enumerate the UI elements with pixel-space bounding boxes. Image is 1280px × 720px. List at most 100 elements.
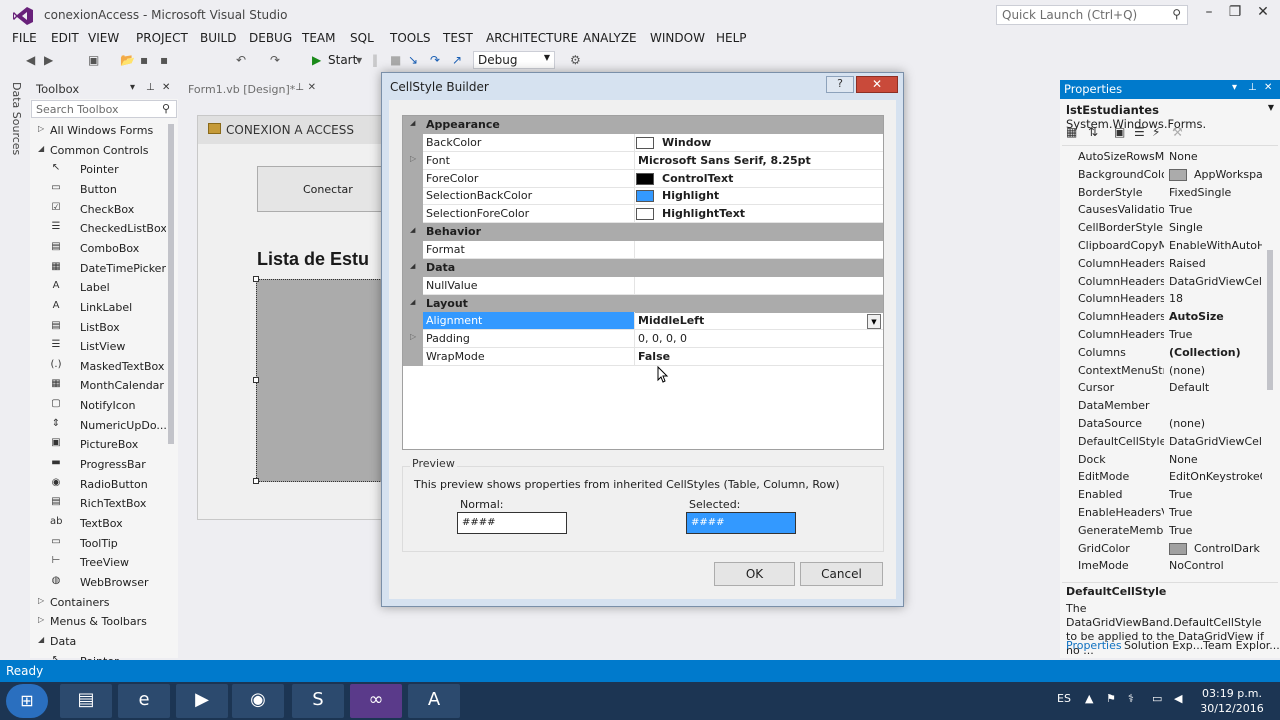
- property-row[interactable]: BackgroundColor AppWorkspace: [1062, 166, 1262, 184]
- property-row[interactable]: Dock None: [1062, 451, 1262, 469]
- language-indicator[interactable]: ES: [1057, 692, 1071, 705]
- menu-sql[interactable]: SQL: [350, 31, 374, 45]
- property-row[interactable]: GenerateMember True: [1062, 522, 1262, 540]
- dialog-close-button[interactable]: ✕: [856, 76, 898, 93]
- toolbox-item-monthcalendar[interactable]: ▦ MonthCalendar: [30, 376, 170, 395]
- category-appearance[interactable]: ◢ Appearance: [403, 116, 883, 134]
- property-row[interactable]: EnableHeadersVis True: [1062, 504, 1262, 522]
- forward-icon[interactable]: ▶: [44, 53, 53, 67]
- property-row-padding[interactable]: ▷ Padding 0, 0, 0, 0: [403, 330, 883, 349]
- value-cell[interactable]: [634, 276, 883, 295]
- form-heading-label[interactable]: Lista de Estu: [257, 249, 369, 270]
- network-icon[interactable]: ▭: [1152, 692, 1162, 705]
- toolbox-item-progressbar[interactable]: ▬ ProgressBar: [30, 455, 170, 474]
- save-all-icon[interactable]: ▪: [160, 53, 168, 67]
- ok-button[interactable]: OK: [714, 562, 795, 586]
- cancel-button[interactable]: Cancel: [800, 562, 883, 586]
- expanded-arrow-icon[interactable]: ◢: [38, 635, 44, 644]
- menu-analyze[interactable]: ANALYZE: [583, 31, 637, 45]
- menu-file[interactable]: FILE: [12, 31, 37, 45]
- property-row-alignment[interactable]: Alignment MiddleLeft: [403, 312, 883, 331]
- attach-icon[interactable]: ⚙: [570, 53, 581, 67]
- toolbox-item-webbrowser[interactable]: ◍ WebBrowser: [30, 573, 170, 592]
- property-row[interactable]: Cursor Default: [1062, 379, 1262, 397]
- toolbox-item-richtextbox[interactable]: ▤ RichTextBox: [30, 494, 170, 513]
- step-out-icon[interactable]: ↗: [452, 53, 462, 67]
- toolbox-item-listbox[interactable]: ▤ ListBox: [30, 318, 170, 337]
- property-row[interactable]: Columns (Collection): [1062, 344, 1262, 362]
- menu-team[interactable]: TEAM: [302, 31, 335, 45]
- categorized-icon[interactable]: ▦: [1066, 125, 1077, 139]
- toolbox-item-linklabel[interactable]: A LinkLabel: [30, 298, 170, 317]
- property-row-format[interactable]: Format: [403, 240, 883, 259]
- toolbox-item-tooltip[interactable]: ▭ ToolTip: [30, 534, 170, 553]
- alphabetical-icon[interactable]: ⇅: [1088, 125, 1098, 139]
- toolbox-item-pointer[interactable]: ↖ Pointer: [30, 160, 170, 179]
- scroll-thumb[interactable]: [168, 124, 174, 444]
- properties-icon[interactable]: ☰: [1134, 125, 1145, 139]
- toolbox-item-combobox[interactable]: ▤ ComboBox: [30, 239, 170, 258]
- property-row[interactable]: CausesValidation True: [1062, 201, 1262, 219]
- collapsed-arrow-icon[interactable]: ▷: [38, 596, 44, 605]
- toolbox-search-input[interactable]: Search Toolbox ⚲: [31, 100, 177, 118]
- dropdown-icon[interactable]: ▾: [130, 82, 135, 93]
- alignment-dropdown-button[interactable]: ▼: [867, 314, 881, 329]
- menu-build[interactable]: BUILD: [200, 31, 236, 45]
- tab-properties[interactable]: Properties: [1066, 639, 1122, 652]
- menu-architecture[interactable]: ARCHITECTURE: [486, 31, 578, 45]
- property-row[interactable]: ColumnHeadersV True: [1062, 326, 1262, 344]
- chevron-down-icon[interactable]: ▼: [356, 56, 362, 65]
- value-cell[interactable]: [634, 348, 883, 367]
- toolbox-item-picturebox[interactable]: ▣ PictureBox: [30, 435, 170, 454]
- menu-view[interactable]: VIEW: [88, 31, 119, 45]
- property-pages-icon[interactable]: ▣: [1114, 125, 1125, 139]
- expanded-arrow-icon[interactable]: ◢: [410, 226, 415, 234]
- back-icon[interactable]: ◀: [26, 53, 35, 67]
- toolbox-item-data[interactable]: ◢ Data: [30, 632, 170, 651]
- property-row[interactable]: ClipboardCopyM EnableWithAutoH: [1062, 237, 1262, 255]
- tab-team-explorer[interactable]: Team Explor...: [1203, 639, 1280, 652]
- toolbox-item-notifyicon[interactable]: ▢ NotifyIcon: [30, 396, 170, 415]
- property-row[interactable]: ColumnHeadersH AutoSize: [1062, 308, 1262, 326]
- property-row[interactable]: DataSource (none): [1062, 415, 1262, 433]
- maximize-button[interactable]: ❐: [1222, 4, 1248, 24]
- property-row[interactable]: ColumnHeadersB Raised: [1062, 255, 1262, 273]
- scroll-thumb[interactable]: [1267, 250, 1273, 390]
- media-player-taskbar-icon[interactable]: ▶: [176, 684, 228, 718]
- menu-project[interactable]: PROJECT: [136, 31, 188, 45]
- property-row-font[interactable]: ▷ Font Microsoft Sans Serif, 8.25pt: [403, 151, 883, 170]
- toolbox-item-listview[interactable]: ☰ ListView: [30, 337, 170, 356]
- toolbox-item-checkedlistbox[interactable]: ☰ CheckedListBox: [30, 219, 170, 238]
- close-window-button[interactable]: ✕: [1250, 4, 1276, 24]
- resize-handle[interactable]: [253, 377, 259, 383]
- property-row[interactable]: EditMode EditOnKeystrokeO: [1062, 468, 1262, 486]
- pin-icon[interactable]: ⊥: [295, 82, 304, 93]
- taskbar-clock[interactable]: 03:19 p.m. 30/12/2016: [1200, 686, 1264, 716]
- menu-window[interactable]: WINDOW: [650, 31, 705, 45]
- configuration-dropdown[interactable]: Debug ▼: [473, 51, 555, 69]
- pin-icon[interactable]: ⊥: [1248, 82, 1257, 93]
- minimize-button[interactable]: –: [1196, 4, 1222, 24]
- toolbox-item-numericupdo[interactable]: ⇕ NumericUpDo...: [30, 416, 170, 435]
- dropdown-icon[interactable]: ▾: [1232, 82, 1237, 93]
- toolbox-item-textbox[interactable]: ab TextBox: [30, 514, 170, 533]
- toolbox-item-common-controls[interactable]: ◢ Common Controls: [30, 141, 170, 160]
- menu-tools[interactable]: TOOLS: [390, 31, 431, 45]
- start-button[interactable]: ⊞: [6, 684, 48, 718]
- menu-debug[interactable]: DEBUG: [249, 31, 292, 45]
- sublime-taskbar-icon[interactable]: S: [292, 684, 344, 718]
- flag-icon[interactable]: ⚑: [1106, 692, 1116, 705]
- property-row-wrapmode[interactable]: WrapMode False: [403, 348, 883, 367]
- menu-help[interactable]: HELP: [716, 31, 747, 45]
- toolbox-item-containers[interactable]: ▷ Containers: [30, 593, 170, 612]
- resize-handle[interactable]: [253, 478, 259, 484]
- expanded-arrow-icon[interactable]: ◢: [410, 119, 415, 127]
- settings-icon[interactable]: ⚒: [1172, 125, 1183, 139]
- property-row-nullvalue[interactable]: NullValue: [403, 276, 883, 295]
- access-taskbar-icon[interactable]: A: [408, 684, 460, 718]
- start-button[interactable]: Start: [328, 53, 357, 67]
- datagridview-control[interactable]: [253, 276, 396, 484]
- property-row[interactable]: DataMember: [1062, 397, 1262, 415]
- stop-icon[interactable]: ■: [390, 53, 401, 67]
- resize-handle[interactable]: [253, 276, 259, 282]
